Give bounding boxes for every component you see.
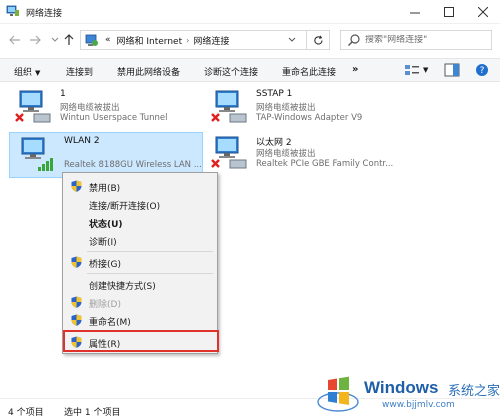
watermark-url: www.bjjmlv.com xyxy=(382,400,455,410)
menu-item-status[interactable]: 状态(U) xyxy=(63,213,217,231)
chevron-down-icon xyxy=(288,37,296,42)
more-commands-button[interactable]: » xyxy=(352,64,358,75)
menu-item-label: 连接/断开连接(O) xyxy=(89,202,161,212)
menu-item-label: 状态(U) xyxy=(89,220,123,230)
connection-item[interactable]: SSTAP 1 网络电缆被拔出 TAP-Windows Adapter V9 xyxy=(202,86,396,132)
uac-shield-icon xyxy=(71,296,82,308)
minimize-button[interactable] xyxy=(398,0,432,24)
menu-item-label: 诊断(I) xyxy=(89,238,117,248)
wireless-adapter-icon xyxy=(21,137,53,171)
up-button[interactable] xyxy=(62,33,76,47)
connection-name: SSTAP 1 xyxy=(256,89,293,99)
menu-item-label: 重命名(M) xyxy=(89,318,131,328)
breadcrumb-network-internet[interactable]: 网络和 Internet xyxy=(117,34,183,47)
caret-down-icon: ▼ xyxy=(35,69,41,77)
uac-shield-icon xyxy=(71,180,82,192)
connection-device: Realtek PCIe GBE Family Contr... xyxy=(256,159,394,169)
menu-item-diagnose[interactable]: 诊断(I) xyxy=(63,231,217,249)
menu-item-delete: 删除(D) xyxy=(63,293,217,311)
menu-item-label: 禁用(B) xyxy=(89,184,121,194)
minimize-icon xyxy=(410,12,420,14)
connection-name: WLAN 2 xyxy=(64,136,100,146)
navigation-bar: « 网络和 Internet › 网络连接 xyxy=(0,24,500,56)
windows-logo-icon xyxy=(317,376,359,412)
context-menu: 禁用(B) 连接/断开连接(O) 状态(U) 诊断(I) 桥接(G) 创建快捷方… xyxy=(62,172,218,354)
properties-highlight-box xyxy=(63,330,219,352)
refresh-icon xyxy=(313,34,323,45)
change-view-icon[interactable] xyxy=(404,63,420,77)
watermark: Windows 系统之家 www.bjjmlv.com xyxy=(308,370,500,420)
preview-pane-icon[interactable] xyxy=(444,63,460,77)
wired-adapter-disconnected-icon xyxy=(211,136,247,169)
selected-count: 选中 1 个项目 xyxy=(64,408,121,418)
connect-to-button[interactable]: 连接到 xyxy=(66,65,93,78)
disable-device-button[interactable]: 禁用此网络设备 xyxy=(117,65,180,78)
uac-shield-icon xyxy=(71,256,82,268)
organize-label: 组织 xyxy=(14,68,33,78)
search-icon xyxy=(348,34,360,46)
menu-item-bridge[interactable]: 桥接(G) xyxy=(63,253,217,271)
maximize-button[interactable] xyxy=(432,0,466,24)
rename-connection-button[interactable]: 重命名此连接 xyxy=(282,65,336,78)
control-panel-icon xyxy=(85,34,98,46)
connection-status: 网络电缆被拔出 xyxy=(60,103,120,113)
title-bar: 网络连接 xyxy=(0,0,500,24)
menu-item-label: 创建快捷方式(S) xyxy=(89,282,156,292)
wired-adapter-disconnected-icon xyxy=(15,90,51,123)
connection-name: 1 xyxy=(60,89,66,99)
menu-item-rename[interactable]: 重命名(M) xyxy=(63,311,217,329)
search-box[interactable] xyxy=(340,30,492,50)
svg-text:?: ? xyxy=(480,66,485,76)
menu-item-label: 桥接(G) xyxy=(89,260,121,270)
chevron-down-icon xyxy=(51,37,59,42)
connection-item[interactable]: 1 网络电缆被拔出 Wintun Userspace Tunnel xyxy=(6,86,202,132)
window-title: 网络连接 xyxy=(26,9,63,19)
connection-status: 网络电缆被拔出 xyxy=(256,103,316,113)
connection-item[interactable]: 以太网 2 网络电缆被拔出 Realtek PCIe GBE Family Co… xyxy=(202,132,396,178)
search-input[interactable] xyxy=(365,35,485,45)
menu-separator xyxy=(87,251,213,252)
breadcrumb-network-connections[interactable]: 网络连接 xyxy=(193,34,229,47)
back-button[interactable] xyxy=(8,33,22,47)
address-history-dropdown[interactable] xyxy=(282,30,302,50)
maximize-icon xyxy=(444,7,454,17)
watermark-brand-cn: 系统之家 xyxy=(448,384,500,399)
watermark-brand: Windows xyxy=(364,378,439,397)
network-connections-icon xyxy=(6,5,19,16)
menu-item-connect-disconnect[interactable]: 连接/断开连接(O) xyxy=(63,195,217,213)
connection-device: Realtek 8188GU Wireless LAN ... xyxy=(64,160,202,170)
forward-arrow-icon xyxy=(30,35,41,45)
uac-shield-icon xyxy=(71,314,82,326)
close-icon xyxy=(478,7,488,17)
recent-locations-button[interactable] xyxy=(48,33,62,47)
forward-button[interactable] xyxy=(28,33,42,47)
back-arrow-icon xyxy=(9,35,20,45)
up-arrow-icon xyxy=(64,34,74,45)
menu-item-disable[interactable]: 禁用(B) xyxy=(63,177,217,195)
help-icon[interactable]: ? xyxy=(474,63,490,77)
menu-item-create-shortcut[interactable]: 创建快捷方式(S) xyxy=(63,275,217,293)
menu-item-label: 删除(D) xyxy=(89,300,121,310)
wired-adapter-disconnected-icon xyxy=(211,90,247,123)
item-count: 4 个项目 xyxy=(8,408,44,418)
connection-status: 网络电缆被拔出 xyxy=(256,149,316,159)
breadcrumb-separator-icon: › xyxy=(186,35,190,45)
connection-device: TAP-Windows Adapter V9 xyxy=(256,113,363,123)
address-root-marker[interactable]: « xyxy=(105,35,111,45)
close-button[interactable] xyxy=(466,0,500,24)
diagnose-connection-button[interactable]: 诊断这个连接 xyxy=(204,65,258,78)
connection-device: Wintun Userspace Tunnel xyxy=(60,113,168,123)
refresh-button[interactable] xyxy=(306,30,330,50)
menu-separator xyxy=(87,273,213,274)
command-bar: 组织 ▼ 连接到 禁用此网络设备 诊断这个连接 重命名此连接 » ▼ ? xyxy=(0,58,500,82)
organize-button[interactable]: 组织 ▼ xyxy=(14,65,40,78)
view-options-caret-icon[interactable]: ▼ xyxy=(423,66,428,74)
